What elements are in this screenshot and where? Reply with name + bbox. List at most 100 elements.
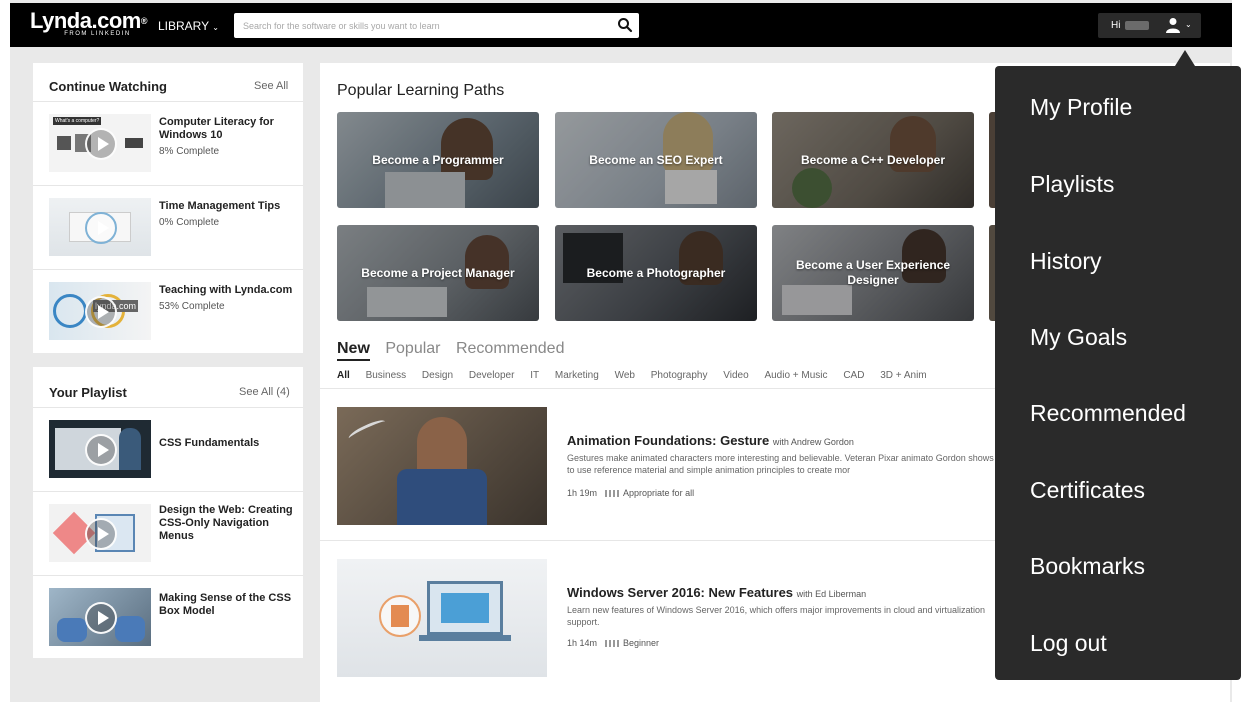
play-icon	[85, 128, 117, 160]
course-tabs: New Popular Recommended	[337, 340, 575, 361]
course-title[interactable]: Design the Web: Creating CSS-Only Naviga…	[159, 504, 299, 543]
course-thumbnail[interactable]	[49, 588, 151, 646]
menu-item-log-out[interactable]: Log out	[1030, 630, 1107, 657]
course-title[interactable]: Time Management Tips	[159, 200, 299, 213]
course-title[interactable]: Animation Foundations: Gesture	[567, 433, 769, 448]
category-filter: All Business Design Developer IT Marketi…	[337, 370, 940, 381]
course-title[interactable]: Computer Literacy for Windows 10	[159, 116, 299, 142]
play-icon	[85, 296, 117, 328]
category-all[interactable]: All	[337, 370, 350, 381]
learning-path-tile[interactable]: Become a User Experience Designer	[772, 225, 974, 321]
category-audio-music[interactable]: Audio + Music	[764, 370, 827, 381]
chevron-down-icon: ⌄	[1185, 20, 1192, 29]
menu-item-bookmarks[interactable]: Bookmarks	[1030, 553, 1145, 580]
continue-watching-see-all-link[interactable]: See All	[254, 80, 288, 92]
play-icon	[85, 212, 117, 244]
course-thumbnail[interactable]: What's a computer?	[49, 114, 151, 172]
menu-item-playlists[interactable]: Playlists	[1030, 171, 1114, 198]
top-navigation-bar: Lynda.com® FROM LINKEDIN LIBRARY ⌄ Hi ⌄	[10, 3, 1232, 47]
thumbnail-caption: What's a computer?	[53, 117, 102, 125]
course-author: with Ed Liberman	[796, 589, 867, 599]
play-icon	[85, 518, 117, 550]
course-title[interactable]: Teaching with Lynda.com	[159, 284, 299, 297]
category-web[interactable]: Web	[615, 370, 635, 381]
tab-recommended[interactable]: Recommended	[456, 340, 565, 358]
category-design[interactable]: Design	[422, 370, 453, 381]
search-box	[234, 13, 639, 38]
learning-path-label: Become a User Experience Designer	[795, 258, 951, 287]
learning-path-tile[interactable]: Become a Photographer	[555, 225, 757, 321]
course-progress: 53% Complete	[159, 301, 225, 312]
tab-popular[interactable]: Popular	[385, 340, 440, 358]
category-it[interactable]: IT	[530, 370, 539, 381]
course-thumbnail[interactable]	[49, 504, 151, 562]
course-author: with Andrew Gordon	[772, 437, 854, 447]
continue-watching-item[interactable]: What's a computer? Computer Literacy for…	[33, 101, 303, 185]
tab-new[interactable]: New	[337, 340, 370, 361]
playlist-item[interactable]: Making Sense of the CSS Box Model	[33, 575, 303, 659]
greeting-text: Hi	[1111, 20, 1121, 31]
learning-path-tile[interactable]: Become a Programmer	[337, 112, 539, 208]
course-duration: 1h 19m	[567, 488, 598, 498]
playlist-card: Your Playlist See All (4) CSS Fundamenta…	[33, 367, 303, 658]
course-level: Appropriate for all	[623, 488, 695, 498]
playlist-title: Your Playlist	[49, 385, 127, 400]
lynda-logo[interactable]: Lynda.com® FROM LINKEDIN	[30, 8, 147, 38]
course-thumbnail[interactable]	[49, 420, 151, 478]
category-cad[interactable]: CAD	[843, 370, 864, 381]
learning-path-tile[interactable]: Become a C++ Developer	[772, 112, 974, 208]
continue-watching-card: Continue Watching See All What's a compu…	[33, 63, 303, 353]
continue-watching-item[interactable]: lynda.com Teaching with Lynda.com 53% Co…	[33, 269, 303, 353]
user-menu-caret	[1175, 50, 1195, 66]
play-icon	[85, 602, 117, 634]
menu-item-certificates[interactable]: Certificates	[1030, 477, 1145, 504]
learning-path-label: Become an SEO Expert	[589, 152, 723, 167]
learning-path-label: Become a Programmer	[372, 152, 504, 167]
library-menu-button[interactable]: LIBRARY ⌄	[158, 19, 219, 33]
menu-item-recommended[interactable]: Recommended	[1030, 400, 1186, 427]
course-description: Gestures make animated characters more i…	[567, 453, 1013, 475]
user-name-redacted	[1125, 21, 1149, 30]
course-thumbnail[interactable]	[337, 407, 547, 525]
chevron-down-icon: ⌄	[212, 23, 219, 32]
course-title[interactable]: Windows Server 2016: New Features	[567, 585, 793, 600]
category-business[interactable]: Business	[366, 370, 407, 381]
learning-path-tile[interactable]: Become a Project Manager	[337, 225, 539, 321]
category-video[interactable]: Video	[723, 370, 748, 381]
user-icon	[1166, 18, 1180, 33]
continue-watching-item[interactable]: Time Management Tips 0% Complete	[33, 185, 303, 269]
course-progress: 8% Complete	[159, 146, 220, 157]
category-marketing[interactable]: Marketing	[555, 370, 599, 381]
course-progress: 0% Complete	[159, 217, 220, 228]
library-label: LIBRARY	[158, 19, 209, 33]
course-description: Learn new features of Windows Server 201…	[567, 605, 986, 627]
course-title[interactable]: CSS Fundamentals	[159, 437, 299, 450]
menu-item-my-profile[interactable]: My Profile	[1030, 94, 1132, 121]
play-icon	[85, 434, 117, 466]
course-title[interactable]: Making Sense of the CSS Box Model	[159, 592, 299, 618]
learning-path-tile[interactable]: Become an SEO Expert	[555, 112, 757, 208]
menu-item-my-goals[interactable]: My Goals	[1030, 324, 1127, 351]
course-thumbnail[interactable]	[337, 559, 547, 677]
course-thumbnail[interactable]	[49, 198, 151, 256]
menu-item-history[interactable]: History	[1030, 248, 1102, 275]
course-duration: 1h 14m	[567, 638, 598, 648]
playlist-item[interactable]: Design the Web: Creating CSS-Only Naviga…	[33, 491, 303, 575]
continue-watching-title: Continue Watching	[49, 79, 167, 94]
search-input[interactable]	[234, 13, 594, 38]
search-icon[interactable]	[617, 17, 633, 33]
category-photography[interactable]: Photography	[651, 370, 708, 381]
user-menu-button[interactable]: Hi ⌄	[1098, 13, 1201, 38]
playlist-see-all-link[interactable]: See All (4)	[239, 386, 290, 398]
category-3d-animation[interactable]: 3D + Anim	[880, 370, 926, 381]
category-developer[interactable]: Developer	[469, 370, 515, 381]
learning-paths-title: Popular Learning Paths	[337, 82, 505, 99]
level-icon	[605, 640, 620, 648]
course-thumbnail[interactable]: lynda.com	[49, 282, 151, 340]
logo-text: Lynda.com	[30, 8, 141, 33]
learning-path-label: Become a C++ Developer	[800, 152, 946, 167]
learning-path-label: Become a Photographer	[586, 265, 726, 280]
course-level: Beginner	[623, 638, 660, 648]
playlist-item[interactable]: CSS Fundamentals	[33, 407, 303, 491]
user-dropdown-menu: My Profile Playlists History My Goals Re…	[995, 66, 1241, 680]
